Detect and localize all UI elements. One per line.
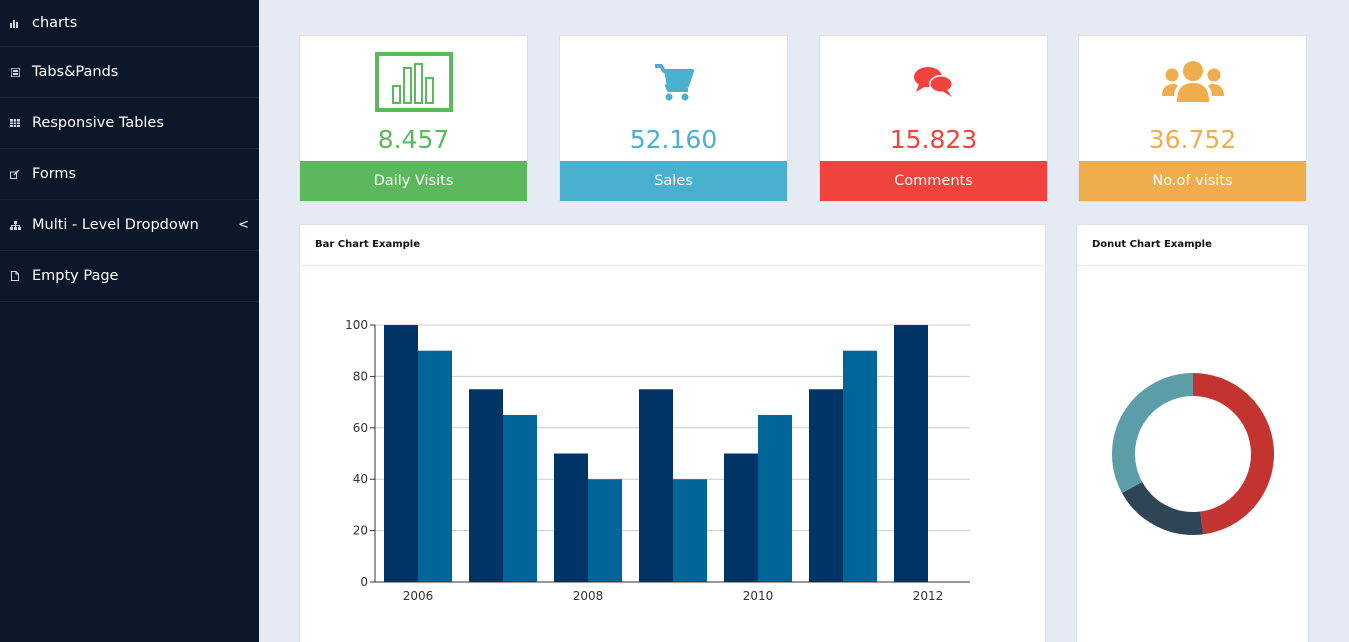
x-tick-label: 2010 (743, 589, 774, 603)
x-tick-label: 2008 (573, 589, 604, 603)
sidebar-item-multi-level-dropdown[interactable]: Multi - Level Dropdown < (0, 200, 259, 251)
y-tick-label: 40 (353, 472, 368, 486)
sidebar-item-label: charts (32, 15, 78, 31)
donut-slice (1122, 481, 1204, 535)
bar (843, 350, 877, 582)
donut-slice (1192, 373, 1274, 535)
donut-chart-panel: Donut Chart Example (1076, 224, 1309, 642)
shopping-cart-icon (654, 64, 694, 101)
bar (673, 479, 707, 582)
sitemap-icon (9, 219, 21, 231)
y-tick-label: 60 (353, 421, 368, 435)
stat-value: 8.457 (377, 125, 450, 154)
stat-value: 52.160 (629, 125, 718, 154)
sidebar-item-label: Tabs&Pands (32, 64, 119, 80)
chevron-left-icon: < (238, 217, 249, 233)
bar (809, 389, 843, 582)
sidebar-item-tabs-pands[interactable]: Tabs&Pands (0, 47, 259, 98)
panel-title: Bar Chart Example (300, 225, 1045, 266)
y-tick-label: 80 (353, 369, 368, 383)
x-tick-label: 2012 (913, 589, 944, 603)
stat-label: Sales (560, 161, 787, 201)
tabs-icon (9, 66, 21, 78)
sidebar: charts Tabs&Pands Responsive Tables Form… (0, 0, 259, 642)
panel-title: Donut Chart Example (1077, 225, 1308, 266)
sidebar-item-label: Multi - Level Dropdown (32, 217, 199, 233)
sidebar-item-label: Forms (32, 166, 77, 182)
bar-chart-icon (9, 17, 21, 29)
stat-label: Daily Visits (300, 161, 527, 201)
stat-value: 36.752 (1148, 125, 1237, 154)
bar (758, 414, 792, 582)
stat-card-daily-visits: 8.457 Daily Visits (299, 35, 528, 202)
edit-icon (9, 168, 21, 180)
stat-value: 15.823 (889, 125, 978, 154)
stat-label: Comments (820, 161, 1047, 201)
sidebar-item-responsive-tables[interactable]: Responsive Tables (0, 98, 259, 149)
x-tick-label: 2006 (403, 589, 434, 603)
bar-chart-icon (374, 52, 453, 112)
donut-slice (1112, 373, 1194, 494)
donut-chart (1112, 373, 1274, 535)
y-tick-label: 20 (353, 524, 368, 538)
bar (384, 325, 418, 582)
bar (503, 414, 537, 582)
sidebar-item-label: Responsive Tables (32, 115, 164, 131)
sidebar-item-label: Empty Page (32, 268, 119, 284)
stat-card-comments: 15.823 Comments (819, 35, 1048, 202)
bar-chart-panel: Bar Chart Example 0 20 40 60 80 100 2006 2008 20… (299, 224, 1046, 642)
stat-label: No.of visits (1079, 161, 1306, 201)
comments-icon (913, 67, 953, 97)
y-tick-label: 100 (345, 318, 368, 332)
users-icon (1161, 61, 1224, 102)
bar (554, 453, 588, 582)
bar (588, 479, 622, 582)
sidebar-item-forms[interactable]: Forms (0, 149, 259, 200)
stat-card-visits: 36.752 No.of visits (1078, 35, 1307, 202)
file-icon (9, 270, 21, 282)
bar-chart: 0 20 40 60 80 100 2006 2008 2010 2012 (345, 318, 970, 603)
bar (469, 389, 503, 582)
bar (418, 350, 452, 582)
stat-card-sales: 52.160 Sales (559, 35, 788, 202)
sidebar-item-empty-page[interactable]: Empty Page (0, 251, 259, 302)
bar (724, 453, 758, 582)
bar (894, 325, 928, 582)
bar (639, 389, 673, 582)
y-tick-label: 0 (360, 575, 368, 589)
table-icon (9, 117, 21, 129)
sidebar-item-charts[interactable]: charts (0, 0, 259, 47)
